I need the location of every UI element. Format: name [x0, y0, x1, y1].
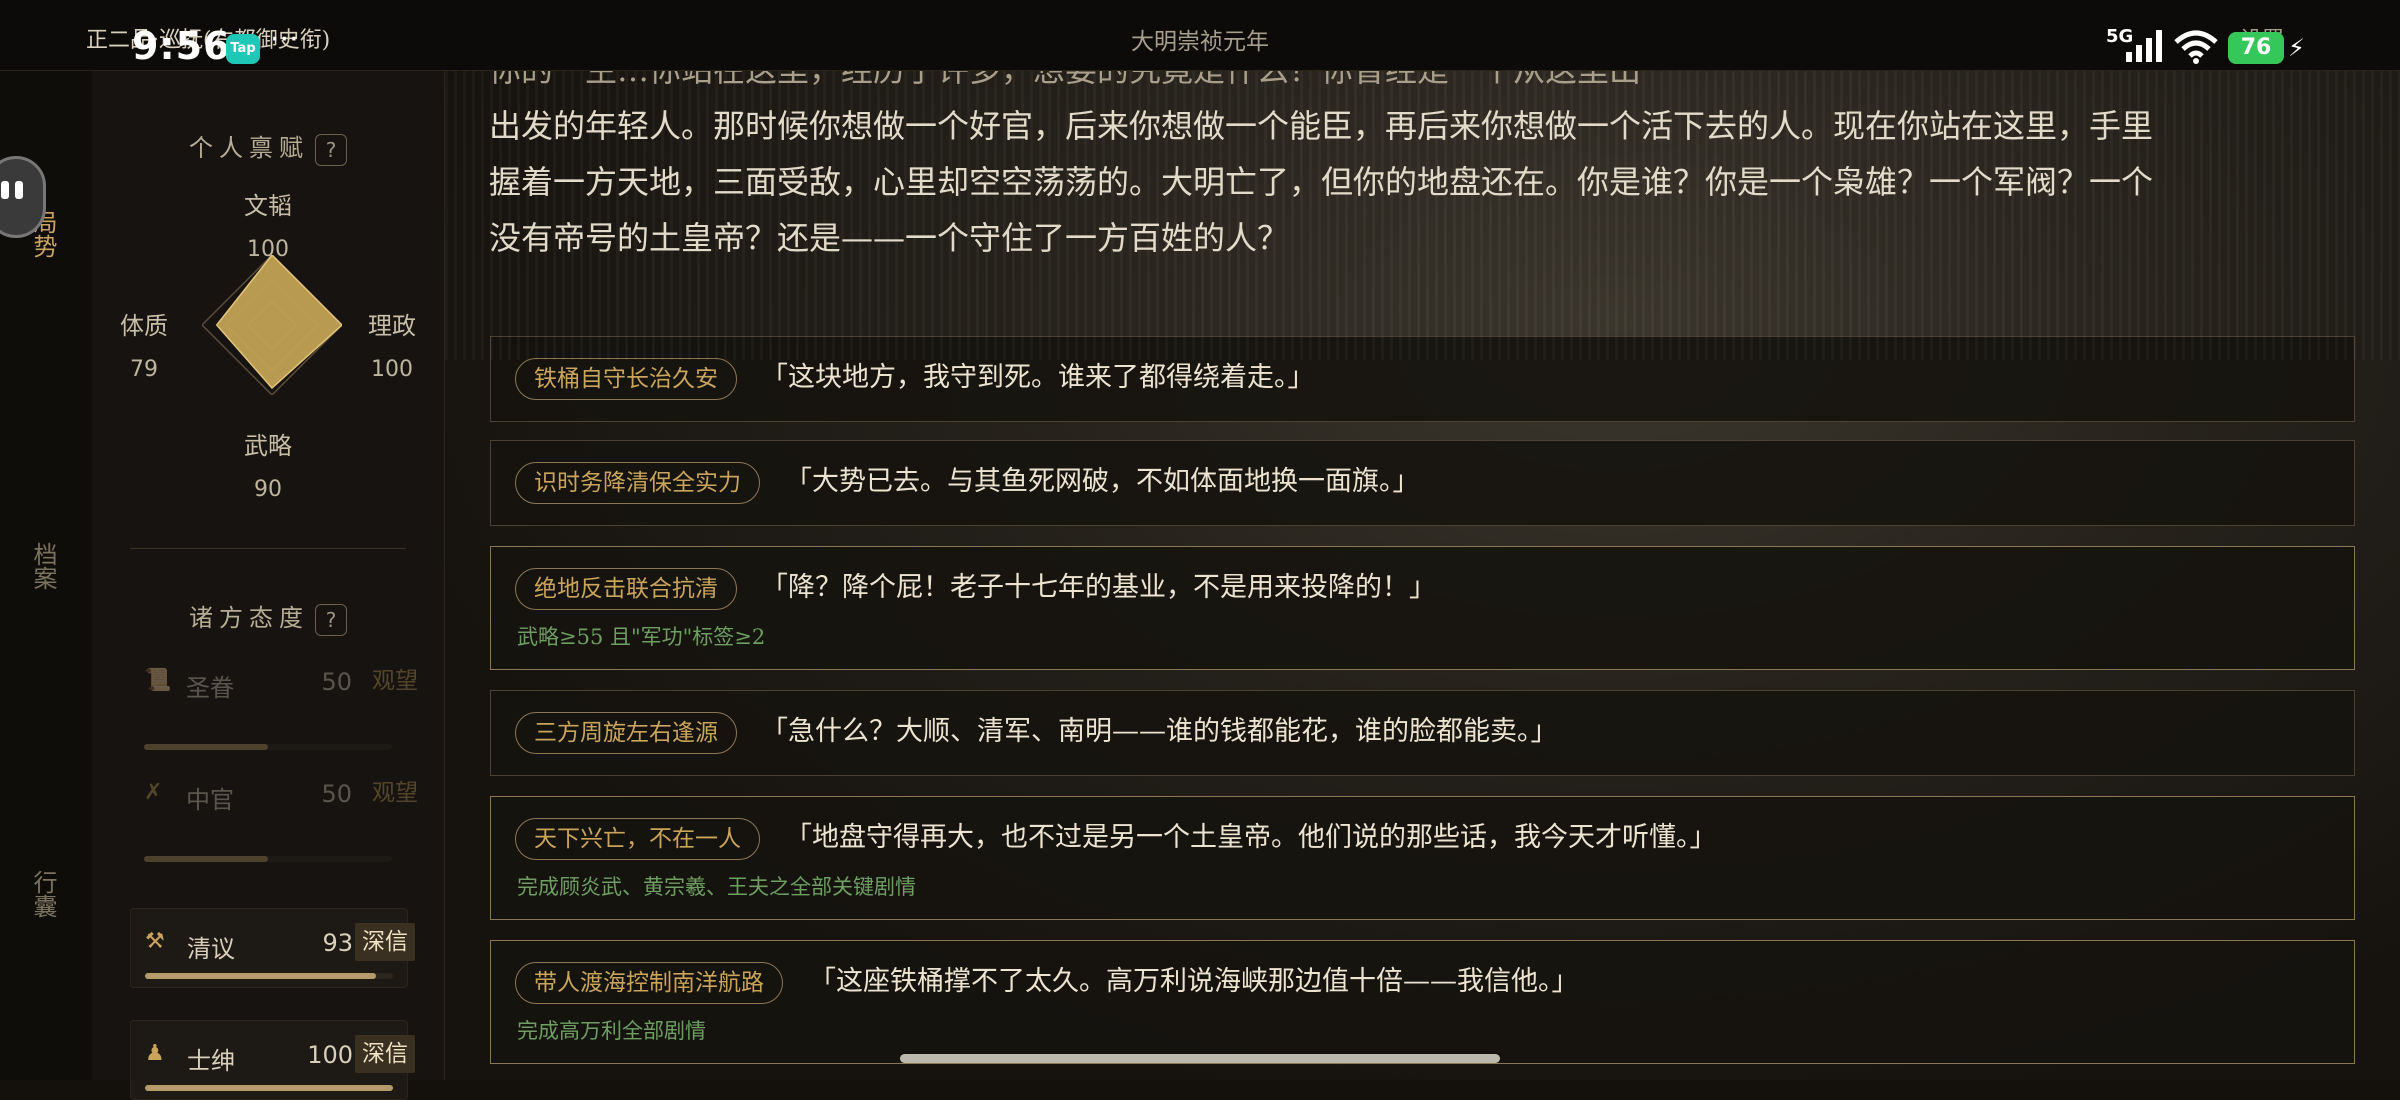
floating-assistant-icon[interactable] [0, 156, 46, 238]
talents-title: 个人禀赋? [92, 128, 444, 166]
factions-title: 诸方态度? [92, 598, 444, 636]
choice-quote: 「这块地方，我守到死。谁来了都得绕着走。」 [761, 362, 1315, 393]
side-panel: 个人禀赋? 文韬 100 理政 100 武略 90 体质 79 诸方态度? 📜 … [92, 70, 445, 1100]
choice-requirement: 武略≥55 且"军功"标签≥2 [517, 625, 766, 649]
choice-option[interactable]: 带人渡海控制南洋航路 「这座铁桶撑不了太久。高万利说海峡那边值十倍——我信他。」… [490, 940, 2355, 1064]
attr-tizhi: 体质 79 [120, 312, 168, 382]
home-indicator[interactable] [900, 1054, 1500, 1063]
attitude-bar [145, 1085, 393, 1091]
choice-option[interactable]: 三方周旋左右逢源 「急什么？大顺、清军、南明——谁的钱都能花，谁的脸都能卖。」 [490, 690, 2355, 776]
tab-bag[interactable]: 行囊 [29, 870, 60, 918]
attitude-badge: 观望 [372, 668, 418, 694]
crossed-tools-icon: ⚒ [145, 929, 165, 954]
attitude-bar [144, 856, 392, 862]
choice-tag: 铁桶自守长治久安 [515, 358, 737, 400]
choice-tag: 带人渡海控制南洋航路 [515, 962, 783, 1004]
attr-wentao: 文韬 100 [244, 192, 292, 262]
faction-row-shishen[interactable]: ♟ 士绅 100 深信 [130, 1020, 415, 1100]
factions-help-button[interactable]: ? [315, 603, 347, 636]
choice-option[interactable]: 识时务降清保全实力 「大势已去。与其鱼死网破，不如体面地换一面旗。」 [490, 440, 2355, 526]
choice-tag: 三方周旋左右逢源 [515, 712, 737, 754]
story-area: 你的一生…你站在这里，经历了许多，想要的究竟是什么？你曾经是一个从这里出 出发的… [445, 70, 2400, 1080]
tab-archive[interactable]: 档案 [29, 542, 60, 590]
more-icon: ··· [270, 22, 299, 57]
charging-bolt-icon: ⚡ [2288, 34, 2305, 62]
faction-row-zhongguan[interactable]: ✗ 中官 50 观望 [130, 760, 418, 870]
choice-quote: 「地盘守得再大，也不过是另一个土皇帝。他们说的那些话，我今天才听懂。」 [785, 822, 1717, 853]
attitude-badge: 深信 [355, 923, 415, 961]
choice-option[interactable]: 铁桶自守长治久安 「这块地方，我守到死。谁来了都得绕着走。」 [490, 336, 2355, 422]
faction-row-shengjuan[interactable]: 📜 圣眷 50 观望 [130, 648, 418, 758]
choice-tag: 天下兴亡，不在一人 [515, 818, 760, 860]
talent-radar-chart [202, 255, 342, 395]
choice-quote: 「降？降个屁！老子十七年的基业，不是用来投降的！」 [761, 572, 1436, 603]
radar-value-shape [215, 255, 342, 390]
attr-wulue: 武略 90 [244, 432, 292, 502]
signal-icon [2126, 30, 2162, 62]
narrative-text: 你的一生…你站在这里，经历了许多，想要的究竟是什么？你曾经是一个从这里出 出发的… [489, 70, 2154, 257]
gentry-figure-icon: ♟ [145, 1041, 165, 1066]
choice-option[interactable]: 绝地反击联合抗清 「降？降个屁！老子十七年的基业，不是用来投降的！」 武略≥55… [490, 546, 2355, 670]
clock: 9:56 [132, 24, 231, 68]
tap-app-icon: Tap [226, 34, 260, 64]
choice-tag: 绝地反击联合抗清 [515, 568, 737, 610]
scroll-icon: 📜 [144, 668, 172, 693]
crossed-brush-icon: ✗ [144, 780, 163, 805]
choice-quote: 「大势已去。与其鱼死网破，不如体面地换一面旗。」 [785, 466, 1420, 497]
talents-help-button[interactable]: ? [315, 133, 347, 166]
battery-icon: 76 [2228, 32, 2284, 64]
divider [130, 548, 406, 549]
choice-requirement: 完成顾炎武、黄宗羲、王夫之全部关键剧情 [517, 875, 916, 899]
attr-lizheng: 理政 100 [368, 312, 416, 382]
attitude-bar [145, 973, 393, 979]
wifi-icon [2174, 30, 2218, 64]
choice-requirement: 完成高万利全部剧情 [517, 1019, 706, 1043]
top-status-bar: 正二品·巡抚(右都御史衔) 大明崇祯元年 设置 9:56 Tap ··· 5G … [0, 0, 2400, 71]
choice-quote: 「急什么？大顺、清军、南明——谁的钱都能花，谁的脸都能卖。」 [761, 716, 1558, 747]
attitude-bar [144, 744, 392, 750]
choice-option[interactable]: 天下兴亡，不在一人 「地盘守得再大，也不过是另一个土皇帝。他们说的那些话，我今天… [490, 796, 2355, 920]
faction-row-qingyi[interactable]: ⚒ 清议 93 深信 [130, 908, 415, 988]
era-title: 大明崇祯元年 [1131, 29, 1269, 55]
choice-quote: 「这座铁桶撑不了太久。高万利说海峡那边值十倍——我信他。」 [809, 966, 1579, 997]
attitude-badge: 观望 [372, 780, 418, 806]
attitude-badge: 深信 [355, 1035, 415, 1073]
choice-tag: 识时务降清保全实力 [515, 462, 760, 504]
